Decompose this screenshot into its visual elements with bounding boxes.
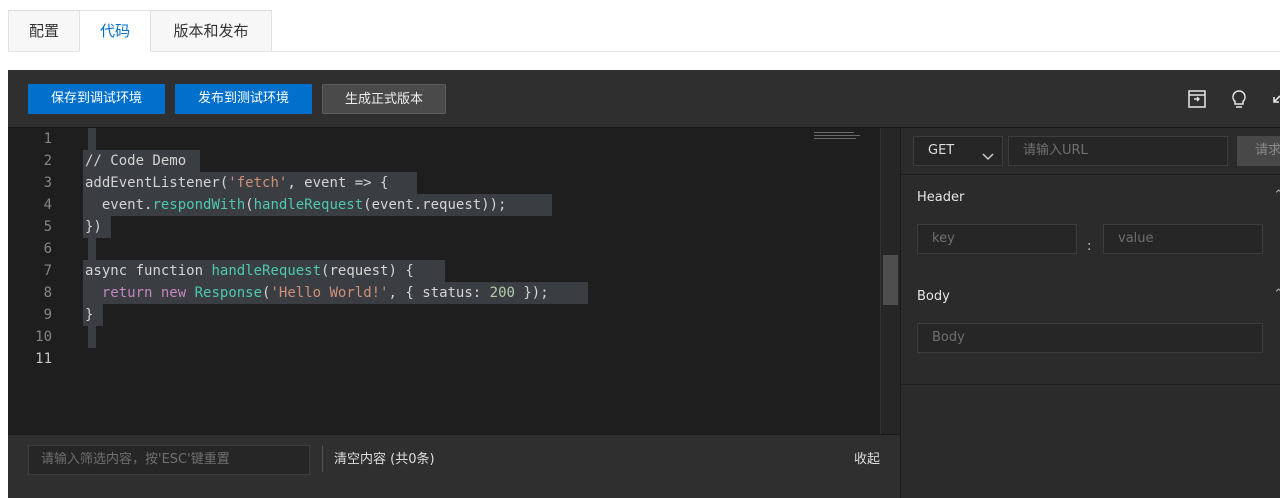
key-value-separator: : — [1087, 239, 1092, 254]
line-number-gutter: 1 2 3 4 5 6 7 8 9 10 11 — [8, 128, 68, 434]
line-number: 10 — [35, 329, 52, 345]
line-number: 9 — [43, 307, 52, 323]
selection-highlight — [88, 326, 96, 348]
divider — [322, 446, 323, 472]
body-label: Body — [917, 289, 950, 304]
selection-highlight — [88, 238, 96, 260]
console-filter-input[interactable]: 请输入筛选内容，按'ESC'键重置 — [28, 445, 310, 475]
save-debug-button[interactable]: 保存到调试环境 — [28, 84, 165, 114]
scrollbar-thumb[interactable] — [883, 255, 898, 305]
collapse-console-button[interactable]: 收起 — [854, 445, 880, 475]
collapse-arrow-icon[interactable] — [1266, 88, 1280, 110]
line-number: 4 — [43, 197, 52, 213]
publish-test-button[interactable]: 发布到测试环境 — [175, 84, 312, 114]
tab-bar: 配置 代码 版本和发布 — [8, 10, 272, 52]
code-editor-panel: 保存到调试环境 发布到测试环境 生成正式版本 1 2 3 4 5 6 7 8 9… — [8, 70, 1280, 498]
chevron-down-icon — [982, 145, 994, 161]
body-input[interactable]: Body — [917, 323, 1263, 353]
code-line: addEventListener('fetch', event => { — [85, 175, 389, 191]
tab-versions[interactable]: 版本和发布 — [150, 10, 272, 52]
tab-code[interactable]: 代码 — [79, 10, 151, 52]
line-number: 3 — [43, 175, 52, 191]
header-label: Header — [917, 190, 965, 205]
clear-console-button[interactable]: 清空内容 (共0条) — [334, 445, 435, 475]
code-area[interactable]: 1 2 3 4 5 6 7 8 9 10 11 // Code Demo add… — [8, 128, 900, 434]
selection-highlight — [88, 128, 96, 150]
lightbulb-icon[interactable] — [1228, 88, 1250, 110]
line-number-active: 11 — [35, 351, 52, 367]
code-line: }) — [85, 219, 102, 235]
url-input[interactable]: 请输入URL — [1008, 136, 1228, 166]
section-divider — [901, 384, 1280, 385]
console-bar: 请输入筛选内容，按'ESC'键重置 清空内容 (共0条) 收起 — [8, 434, 900, 498]
line-number: 8 — [43, 285, 52, 301]
tab-config[interactable]: 配置 — [8, 10, 80, 52]
method-value: GET — [928, 143, 955, 158]
vertical-scrollbar[interactable] — [880, 128, 900, 434]
line-number: 2 — [43, 153, 52, 169]
panel-toggle-icon[interactable] — [1186, 88, 1208, 110]
editor-toolbar: 保存到调试环境 发布到测试环境 生成正式版本 — [8, 70, 1280, 128]
line-number: 7 — [43, 263, 52, 279]
code-line: async function handleRequest(request) { — [85, 263, 414, 279]
section-toggle-icon[interactable]: ⌃ — [1273, 287, 1280, 302]
line-number: 6 — [43, 241, 52, 257]
tab-divider — [8, 51, 1280, 52]
line-number: 1 — [43, 131, 52, 147]
code-line: event.respondWith(handleRequest(event.re… — [85, 197, 507, 213]
line-number: 5 — [43, 219, 52, 235]
code-line: // Code Demo — [85, 153, 187, 169]
section-divider — [901, 174, 1280, 175]
request-panel: GET 请输入URL 请求 Header ⌃ key : value Body … — [900, 128, 1280, 498]
code-line: return new Response('Hello World!', { st… — [101, 285, 549, 301]
build-release-button[interactable]: 生成正式版本 — [322, 84, 446, 114]
header-value-input[interactable]: value — [1103, 224, 1263, 254]
code-line: } — [85, 307, 94, 323]
send-request-button[interactable]: 请求 — [1237, 136, 1280, 166]
header-key-input[interactable]: key — [917, 224, 1077, 254]
method-select[interactable]: GET — [913, 136, 1003, 166]
section-toggle-icon[interactable]: ⌃ — [1273, 188, 1280, 203]
minimap[interactable] — [814, 132, 862, 146]
